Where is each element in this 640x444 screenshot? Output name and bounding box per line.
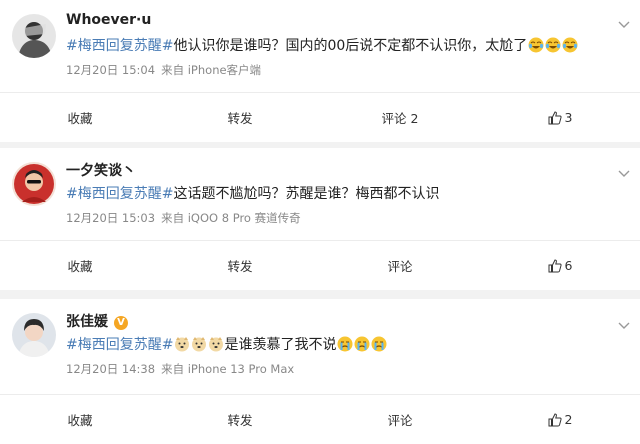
verified-badge-icon: V <box>114 316 128 330</box>
comment-body: 他认识你是谁吗？国内的00后说不定都不认识你，太尬了 <box>173 38 528 54</box>
action-bar: 收藏 转发 评论 6 <box>0 240 640 290</box>
username-text[interactable]: 张佳媛 <box>66 314 108 330</box>
hashtag-link[interactable]: #梅西回复苏醒# <box>66 186 173 202</box>
crying-emoji-icon <box>337 336 353 352</box>
comment-text: #梅西回复苏醒# 是谁羡慕了我不说 <box>66 335 624 355</box>
thumbs-up-icon <box>548 110 562 124</box>
repost-label: 转发 <box>227 259 253 274</box>
favorite-button[interactable]: 收藏 <box>0 395 160 444</box>
post-date: 12月20日 15:03 <box>66 211 156 225</box>
hashtag-link[interactable]: #梅西回复苏醒# <box>66 337 173 353</box>
comment-button[interactable]: 评论 <box>320 241 480 290</box>
laugh-cry-emoji-icon <box>562 37 578 53</box>
crying-emoji-icon <box>354 336 370 352</box>
favorite-button[interactable]: 收藏 <box>0 93 160 142</box>
chevron-down-icon[interactable] <box>616 16 632 32</box>
post-meta: 12月20日 15:04 来自 iPhone客户端 <box>66 62 261 78</box>
chevron-down-icon[interactable] <box>616 317 632 333</box>
avatar[interactable] <box>12 313 56 357</box>
doge-emoji-icon <box>208 336 224 352</box>
post-source: 来自 iPhone客户端 <box>161 63 262 77</box>
comment-label: 评论 <box>387 259 413 274</box>
action-bar: 收藏 转发 评论 2 3 <box>0 92 640 142</box>
comment-body: 是谁羡慕了我不说 <box>224 337 337 353</box>
favorite-label: 收藏 <box>67 413 93 428</box>
comment-card: 一夕笑谈丶 #梅西回复苏醒#这话题不尴尬吗？苏醒是谁？梅西都不认识 12月20日… <box>0 148 640 290</box>
repost-button[interactable]: 转发 <box>160 93 320 142</box>
comment-card: Whoever·u #梅西回复苏醒#他认识你是谁吗？国内的00后说不定都不认识你… <box>0 0 640 142</box>
repost-label: 转发 <box>227 413 253 428</box>
post-date: 12月20日 14:38 <box>66 362 156 376</box>
comment-button[interactable]: 评论 <box>320 395 480 444</box>
comment-card: 张佳媛 V #梅西回复苏醒# 是谁羡慕了我不说 12月20日 14:38 来自 iPh… <box>0 299 640 444</box>
post-date: 12月20日 15:04 <box>66 63 156 77</box>
username[interactable]: 一夕笑谈丶 <box>66 160 136 180</box>
comment-text: #梅西回复苏醒#他认识你是谁吗？国内的00后说不定都不认识你，太尬了 <box>66 36 624 56</box>
like-count: 2 <box>564 412 573 427</box>
like-button[interactable]: 2 <box>480 395 640 444</box>
like-count: 3 <box>564 110 573 125</box>
action-bar: 收藏 转发 评论 2 <box>0 394 640 444</box>
comment-label: 评论 2 <box>381 111 419 126</box>
comment-label: 评论 <box>387 413 413 428</box>
chevron-down-icon[interactable] <box>616 165 632 181</box>
thumbs-up-icon <box>548 412 562 426</box>
doge-emoji-icon <box>174 336 190 352</box>
laugh-cry-emoji-icon <box>545 37 561 53</box>
username[interactable]: 张佳媛 V <box>66 311 128 331</box>
post-source: 来自 iPhone 13 Pro Max <box>161 362 295 376</box>
username-text[interactable]: Whoever·u <box>66 12 151 28</box>
weibo-comment-feed: Whoever·u #梅西回复苏醒#他认识你是谁吗？国内的00后说不定都不认识你… <box>0 0 640 444</box>
laugh-cry-emoji-icon <box>528 37 544 53</box>
doge-emoji-icon <box>191 336 207 352</box>
crying-emoji-icon <box>371 336 387 352</box>
repost-button[interactable]: 转发 <box>160 241 320 290</box>
favorite-label: 收藏 <box>67 111 93 126</box>
username[interactable]: Whoever·u <box>66 12 151 28</box>
post-meta: 12月20日 15:03 来自 iQOO 8 Pro 赛道传奇 <box>66 210 301 226</box>
username-text[interactable]: 一夕笑谈丶 <box>66 163 136 179</box>
post-meta: 12月20日 14:38 来自 iPhone 13 Pro Max <box>66 361 294 377</box>
hashtag-link[interactable]: #梅西回复苏醒# <box>66 38 173 54</box>
favorite-button[interactable]: 收藏 <box>0 241 160 290</box>
repost-button[interactable]: 转发 <box>160 395 320 444</box>
like-count: 6 <box>564 258 573 273</box>
like-button[interactable]: 6 <box>480 241 640 290</box>
like-button[interactable]: 3 <box>480 93 640 142</box>
comment-text: #梅西回复苏醒#这话题不尴尬吗？苏醒是谁？梅西都不认识 <box>66 184 624 204</box>
comment-body: 这话题不尴尬吗？苏醒是谁？梅西都不认识 <box>173 186 440 202</box>
repost-label: 转发 <box>227 111 253 126</box>
post-source: 来自 iQOO 8 Pro 赛道传奇 <box>161 211 301 225</box>
avatar[interactable] <box>12 14 56 58</box>
avatar[interactable] <box>12 162 56 206</box>
favorite-label: 收藏 <box>67 259 93 274</box>
comment-button[interactable]: 评论 2 <box>320 93 480 142</box>
thumbs-up-icon <box>548 258 562 272</box>
